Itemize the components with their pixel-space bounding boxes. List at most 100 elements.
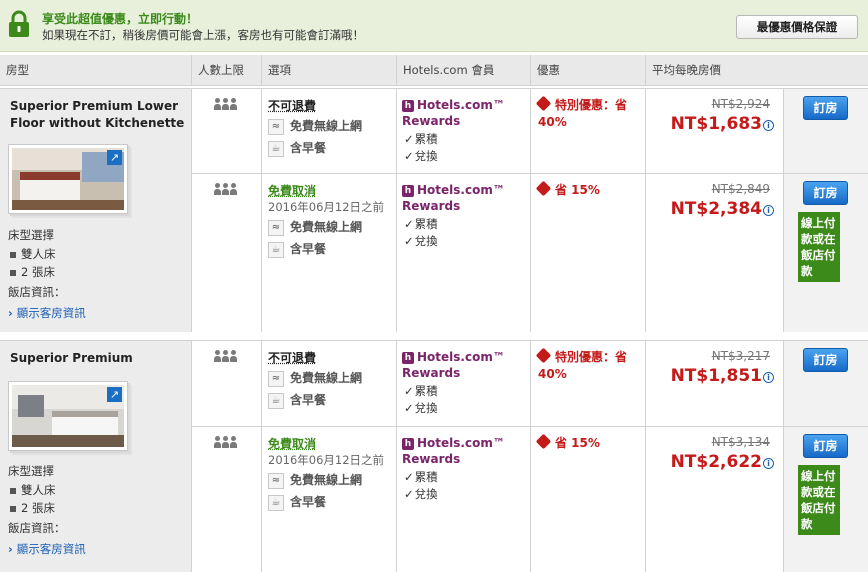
header-room-type: 房型 — [6, 63, 29, 77]
rate-option-title[interactable]: 不可退費 — [268, 97, 316, 114]
bullet-icon — [10, 487, 16, 494]
wifi-icon: ≈ — [268, 118, 284, 135]
cancel-deadline: 2016年06月12日之前 — [268, 200, 385, 214]
tag-icon — [535, 347, 552, 364]
deal-badge: 省 15% — [535, 180, 638, 199]
rewards-redeem: ✓兌換 — [404, 401, 438, 415]
original-price: NT$2,924 — [711, 97, 770, 111]
rewards-logo: h Hotels.com™ Rewards — [402, 98, 505, 128]
tag-icon — [535, 95, 552, 112]
check-icon: ✓ — [404, 149, 414, 163]
rewards-collect: ✓累積 — [404, 384, 438, 398]
header-deals: 優惠 — [530, 55, 645, 86]
tag-icon — [535, 433, 552, 450]
breakfast-icon: ☕ — [268, 392, 284, 409]
book-button[interactable]: 訂房 — [803, 434, 848, 458]
room-photo-image: ↗ — [12, 385, 124, 447]
amenity-wifi: ≈ 免費無線上網 — [268, 218, 362, 236]
pay-option-note: 線上付款或在飯店付款 — [798, 465, 840, 535]
check-icon: ✓ — [404, 217, 414, 231]
info-icon[interactable]: i — [763, 205, 774, 216]
banner-subtitle: 如果現在不訂，稍後房價可能會上漲，客房也有可能會訂滿哦！ — [42, 28, 364, 42]
check-icon: ✓ — [404, 384, 414, 398]
amenity-breakfast: ☕ 含早餐 — [268, 391, 326, 409]
amenity-breakfast: ☕ 含早餐 — [268, 493, 326, 511]
room-info-panel: Superior Premium ↗ 床型選擇 雙人床 2 張床 飯店資訊： ›… — [0, 341, 191, 572]
deal-badge: 特別優惠：省 40% — [535, 95, 638, 131]
chevron-right-icon: › — [8, 542, 13, 556]
amenity-breakfast: ☕ 含早餐 — [268, 240, 326, 258]
bed-option: 2 張床 — [10, 264, 55, 280]
bed-choice-label: 床型選擇 — [8, 228, 54, 242]
check-icon: ✓ — [404, 487, 414, 501]
breakfast-icon: ☕ — [268, 494, 284, 511]
room-name[interactable]: Superior Premium Lower Floor without Kit… — [10, 98, 185, 132]
deal-badge: 特別優惠：省 40% — [535, 347, 638, 383]
rewards-collect: ✓累積 — [404, 470, 438, 484]
tag-icon — [535, 180, 552, 197]
check-icon: ✓ — [404, 470, 414, 484]
rate-option-title[interactable]: 不可退費 — [268, 349, 316, 366]
rate-row: 免費取消 2016年06月12日之前 ≈ 免費無線上網 ☕ 含早餐 h Hotels.… — [191, 426, 868, 572]
bed-option: 雙人床 — [10, 482, 56, 498]
urgency-banner: 享受此超值優惠，立即行動！ 如果現在不訂，稍後房價可能會上漲，客房也有可能會訂滿… — [0, 0, 868, 52]
book-button[interactable]: 訂房 — [803, 181, 848, 205]
info-icon[interactable]: i — [763, 372, 774, 383]
people-icon — [214, 183, 238, 198]
book-button[interactable]: 訂房 — [803, 96, 848, 120]
amenity-breakfast: ☕ 含早餐 — [268, 139, 326, 157]
show-room-info-link[interactable]: › 顯示客房資訊 — [8, 305, 86, 321]
hotel-info-label: 飯店資訊： — [8, 285, 66, 299]
wifi-icon: ≈ — [268, 370, 284, 387]
original-price: NT$3,217 — [711, 349, 770, 363]
rewards-logo-icon: h — [402, 438, 414, 450]
amenity-wifi: ≈ 免費無線上網 — [268, 117, 362, 135]
rates-table-header: 房型 人數上限 選項 Hotels.com 會員 優惠 平均每晚房價 — [0, 55, 868, 86]
wifi-icon: ≈ — [268, 472, 284, 489]
check-icon: ✓ — [404, 401, 414, 415]
zoom-icon[interactable]: ↗ — [107, 150, 122, 165]
rewards-collect: ✓累積 — [404, 217, 438, 231]
rewards-redeem: ✓兌換 — [404, 149, 438, 163]
rewards-redeem: ✓兌換 — [404, 234, 438, 248]
rewards-logo-icon: h — [402, 352, 414, 364]
current-price: NT$2,622 — [670, 452, 762, 472]
book-column: 訂房 線上付款或在飯店付款 — [783, 427, 868, 572]
rate-option-title[interactable]: 免費取消 — [268, 435, 316, 452]
rate-option-title[interactable]: 免費取消 — [268, 182, 316, 199]
rate-row: 不可退費 ≈ 免費無線上網 ☕ 含早餐 h Hotels.com™ Rewards ✓… — [191, 89, 868, 173]
breakfast-icon: ☕ — [268, 241, 284, 258]
header-rewards: Hotels.com 會員 — [396, 55, 530, 86]
rewards-redeem: ✓兌換 — [404, 487, 438, 501]
info-icon[interactable]: i — [763, 458, 774, 469]
room-info-panel: Superior Premium Lower Floor without Kit… — [0, 89, 191, 332]
check-icon: ✓ — [404, 234, 414, 248]
amenity-wifi: ≈ 免費無線上網 — [268, 369, 362, 387]
room-block: Superior Premium ↗ 床型選擇 雙人床 2 張床 飯店資訊： ›… — [0, 340, 868, 572]
price-guarantee-button[interactable]: 最優惠價格保證 — [736, 15, 858, 39]
room-photo[interactable]: ↗ — [8, 381, 128, 451]
lock-icon — [9, 10, 29, 37]
info-icon[interactable]: i — [763, 120, 774, 131]
people-icon — [214, 436, 238, 451]
rewards-logo-icon: h — [402, 100, 414, 112]
current-price: NT$1,683 — [670, 114, 762, 134]
book-column: 訂房 — [783, 89, 868, 173]
current-price: NT$1,851 — [670, 366, 762, 386]
rewards-logo-icon: h — [402, 185, 414, 197]
header-max-occupancy: 人數上限 — [191, 55, 261, 86]
zoom-icon[interactable]: ↗ — [107, 387, 122, 402]
room-block: Superior Premium Lower Floor without Kit… — [0, 88, 868, 332]
bed-option: 2 張床 — [10, 500, 55, 516]
book-button[interactable]: 訂房 — [803, 348, 848, 372]
header-avg-nightly-price: 平均每晚房價 — [645, 55, 868, 86]
rate-row: 免費取消 2016年06月12日之前 ≈ 免費無線上網 ☕ 含早餐 h Hotels.… — [191, 173, 868, 332]
book-column: 訂房 — [783, 341, 868, 426]
show-room-info-link[interactable]: › 顯示客房資訊 — [8, 541, 86, 557]
room-photo[interactable]: ↗ — [8, 144, 128, 214]
original-price: NT$2,849 — [711, 182, 770, 196]
original-price: NT$3,134 — [711, 435, 770, 449]
room-name[interactable]: Superior Premium — [10, 350, 185, 367]
pay-option-note: 線上付款或在飯店付款 — [798, 212, 840, 282]
cancel-deadline: 2016年06月12日之前 — [268, 453, 385, 467]
